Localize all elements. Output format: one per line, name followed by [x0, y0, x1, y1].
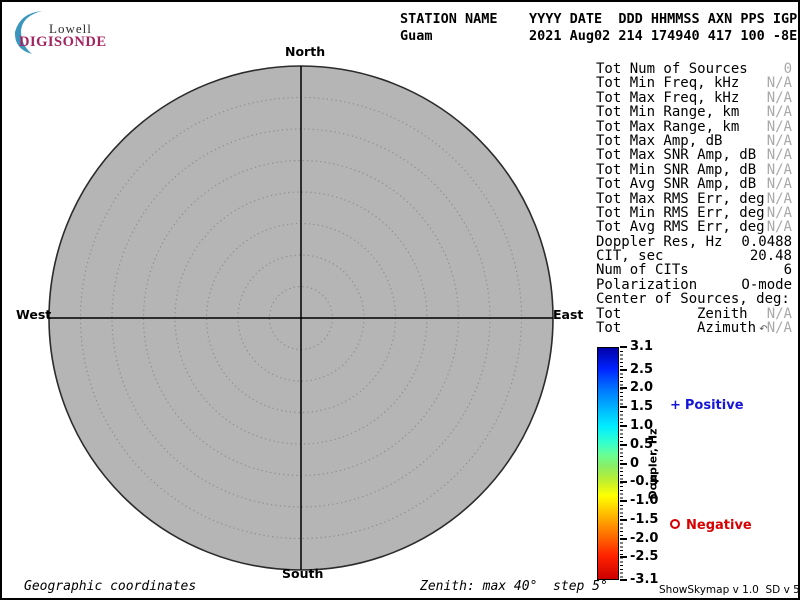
table-row: Tot Max Freq, kHzN/A	[596, 91, 792, 105]
colorbar-major-tick	[620, 425, 627, 427]
table-row: Num of CITs6	[596, 263, 792, 277]
negative-marker-icon	[670, 519, 680, 529]
colorbar-tick-label: 2.5	[630, 362, 653, 377]
compass-label-south: South	[282, 566, 323, 581]
header-columns-label: YYYY DATE DDD HHMMSS AXN PPS IGP	[529, 11, 797, 27]
colorbar-tick-label: -1.5	[630, 512, 658, 527]
table-row-label: Tot	[596, 320, 621, 336]
colorbar-tick-label: -3.1	[630, 572, 658, 587]
colorbar-major-tick	[620, 387, 627, 389]
table-row: Tot Num of Sources0	[596, 62, 792, 76]
table-row: Tot Min SNR Amp, dBN/A	[596, 163, 792, 177]
table-row-value: N/A	[767, 220, 792, 234]
table-row-value: N/A	[767, 148, 792, 162]
legend-positive-label: Positive	[685, 398, 744, 413]
compass-label-east: East	[553, 307, 583, 322]
table-row: Tot Avg RMS Err, degN/A	[596, 220, 792, 234]
table-row: Tot Max Range, kmN/A	[596, 120, 792, 134]
table-row-value: 0	[784, 62, 792, 76]
table-row-value: N/A	[767, 134, 792, 148]
table-row: Tot Azimuth ↶N/A	[596, 321, 792, 335]
colorbar-tick-label: -2.5	[630, 549, 658, 564]
colorbar-tick-label: 1.5	[630, 399, 653, 414]
table-row: Tot Avg SNR Amp, dBN/A	[596, 177, 792, 191]
header-station-value: Guam	[400, 28, 433, 44]
colorbar-tick-label: -2.0	[630, 531, 658, 546]
measurement-table: Tot Num of Sources0Tot Min Freq, kHzN/AT…	[596, 62, 792, 335]
table-row-value: N/A	[767, 76, 792, 90]
colorbar-tick-label: 0	[630, 456, 639, 471]
colorbar-tick-label: 0.5	[630, 437, 653, 452]
table-row-value: N/A	[767, 177, 792, 191]
colorbar-major-tick	[620, 369, 627, 371]
logo-digisonde-text: DIGISONDE	[19, 34, 107, 51]
colorbar-major-tick	[620, 481, 627, 483]
table-row: Tot Max SNR Amp, dBN/A	[596, 148, 792, 162]
table-row: TotZenithN/A	[596, 307, 792, 321]
skymap-plot	[47, 64, 555, 572]
colorbar-major-tick	[620, 519, 627, 521]
compass-label-north: North	[285, 44, 325, 59]
colorbar-major-tick	[620, 556, 627, 558]
legend-negative-label: Negative	[686, 518, 752, 533]
table-row: Tot Min RMS Err, degN/A	[596, 206, 792, 220]
footer-version-text: ShowSkymap v 1.0 SD v 5.1	[659, 584, 800, 596]
legend-positive: + Positive	[670, 398, 744, 413]
doppler-colorbar	[597, 347, 619, 580]
table-row: PolarizationO-mode	[596, 278, 792, 292]
table-row: Center of Sources, deg:	[596, 292, 792, 306]
footer-zenith-note: Zenith: max 40° step 5°	[420, 579, 608, 594]
table-row: Tot Min Range, kmN/A	[596, 105, 792, 119]
table-row-value: N/A	[767, 206, 792, 220]
colorbar-major-tick	[620, 538, 627, 540]
colorbar-major-tick	[620, 500, 627, 502]
header-columns-values: 2021 Aug02 214 174940 417 100 -8E	[529, 28, 797, 44]
colorbar-tick-label: 1.0	[630, 418, 653, 433]
skymap-window: Lowell DIGISONDE STATION NAME YYYY DATE …	[0, 0, 800, 600]
table-row-value: 20.48	[750, 249, 792, 263]
colorbar-major-tick	[620, 346, 627, 348]
colorbar-major-tick	[620, 463, 627, 465]
table-row-label: Center of Sources, deg:	[596, 291, 790, 307]
footer-coordinates-note: Geographic coordinates	[24, 579, 196, 594]
legend-negative: Negative	[670, 518, 752, 533]
table-row-value: N/A	[767, 163, 792, 177]
positive-marker-icon: +	[670, 398, 681, 413]
table-row-value: O-mode	[741, 278, 792, 292]
table-row-value: N/A	[767, 321, 792, 335]
header-station-name-label: STATION NAME	[400, 11, 498, 27]
table-row-value: N/A	[767, 120, 792, 134]
table-row-value: 0.0488	[741, 235, 792, 249]
table-row: Tot Max Amp, dBN/A	[596, 134, 792, 148]
compass-label-west: West	[16, 307, 51, 322]
colorbar-major-tick	[620, 406, 627, 408]
table-row-value: 6	[784, 263, 792, 277]
table-row: CIT, sec20.48	[596, 249, 792, 263]
colorbar-major-tick	[620, 579, 627, 581]
table-row-sublabel: Azimuth ↶	[697, 321, 768, 337]
table-row-sublabel: Zenith	[697, 307, 748, 321]
table-row: Tot Min Freq, kHzN/A	[596, 76, 792, 90]
colorbar-tick-label: -1.0	[630, 493, 658, 508]
colorbar-tick-label: 3.1	[630, 339, 653, 354]
table-row-value: N/A	[767, 91, 792, 105]
colorbar-major-tick	[620, 444, 627, 446]
table-row: Tot Max RMS Err, degN/A	[596, 192, 792, 206]
table-row-value: N/A	[767, 192, 792, 206]
table-row-value: N/A	[767, 307, 792, 321]
colorbar-tick-label: -0.5	[630, 474, 658, 489]
table-row-value: N/A	[767, 105, 792, 119]
colorbar-tick-label: 2.0	[630, 380, 653, 395]
table-row: Doppler Res, Hz0.0488	[596, 235, 792, 249]
